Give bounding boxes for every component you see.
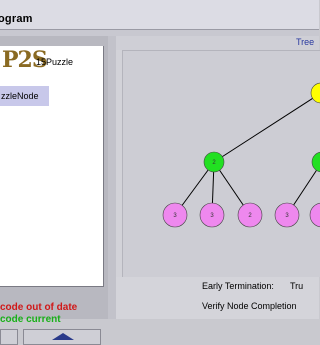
left-button[interactable] — [0, 329, 18, 345]
tree-node — [311, 151, 320, 173]
tree-canvas[interactable]: 233233 — [122, 50, 320, 277]
tree-node-root — [310, 82, 320, 104]
info-panel: Early Termination: Tru Verify Node Compl… — [116, 277, 319, 319]
tree-node — [309, 202, 320, 228]
early-termination-label: Early Termination: — [202, 281, 274, 291]
early-termination-value-text: Tru — [290, 281, 304, 291]
scroll-up-button[interactable] — [23, 329, 101, 345]
split-divider[interactable] — [108, 36, 116, 319]
verify-node-completion-label: Verify Node Completion — [202, 301, 297, 311]
status-code-current: code current — [0, 314, 61, 325]
puzzle-root-label[interactable]: 15Puzzle — [36, 57, 73, 67]
right-header: Tree — [116, 36, 319, 50]
title-bar: ogram — [0, 0, 319, 30]
left-pane: P2S 15Puzzle zzleNode code out of date c… — [0, 36, 108, 345]
window-title: ogram — [0, 13, 33, 25]
node-tree-list[interactable]: P2S 15Puzzle zzleNode — [0, 46, 104, 287]
status-code-out-of-date: code out of date — [0, 302, 78, 313]
tree-edge — [213, 93, 320, 163]
tab-tree[interactable]: Tree — [296, 37, 314, 47]
selected-node-item[interactable]: zzleNode — [0, 86, 49, 106]
tree-diagram: 233233 — [162, 82, 320, 228]
right-pane: Tree 233233 Early Termination: Tru Verif… — [116, 36, 320, 319]
triangle-up-icon — [52, 333, 74, 340]
